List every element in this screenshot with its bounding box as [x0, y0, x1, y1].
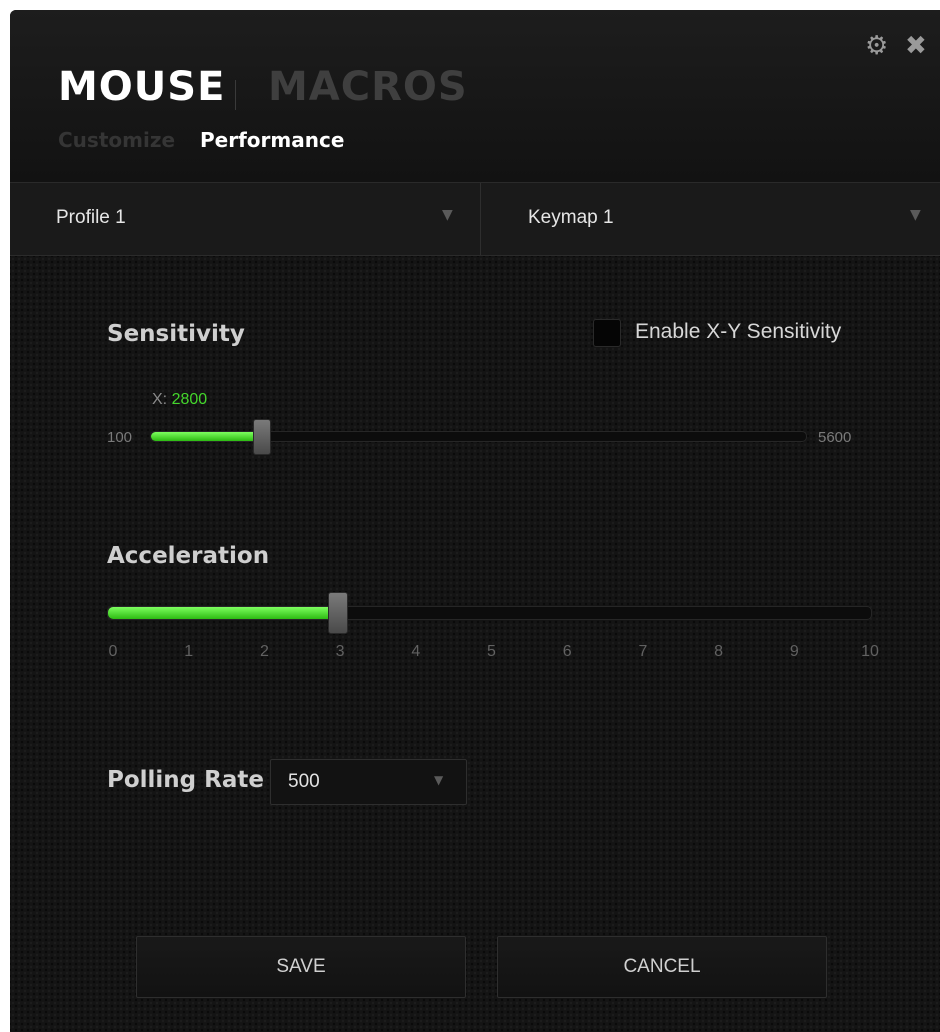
tab-separator — [235, 80, 236, 110]
subtab-performance[interactable]: Performance — [200, 127, 344, 153]
acceleration-tick: 3 — [335, 643, 345, 660]
acceleration-tick: 1 — [184, 643, 194, 660]
sensitivity-slider-fill — [151, 432, 261, 441]
x-value: 2800 — [171, 391, 208, 408]
polling-rate-select[interactable]: 500 ▼ — [270, 759, 467, 805]
acceleration-tick: 4 — [411, 643, 421, 660]
polling-rate-label: Polling Rate — [107, 767, 264, 793]
enable-xy-checkbox[interactable] — [593, 319, 621, 347]
enable-xy-label[interactable]: Enable X-Y Sensitivity — [635, 318, 841, 346]
subtab-customize[interactable]: Customize — [58, 127, 175, 153]
mouse-settings-window: MOUSE MACROS Customize Performance ⚙ ✖ P… — [10, 10, 940, 1032]
chevron-down-icon[interactable]: ▼ — [910, 207, 921, 223]
acceleration-slider[interactable] — [107, 592, 872, 634]
gear-icon[interactable]: ⚙ — [865, 32, 888, 60]
acceleration-label: Acceleration — [107, 543, 270, 569]
tab-macros[interactable]: MACROS — [268, 62, 468, 112]
cancel-button[interactable]: CANCEL — [497, 936, 827, 998]
acceleration-tick: 7 — [638, 643, 648, 660]
polling-rate-value: 500 — [288, 771, 320, 792]
x-prefix: X: — [152, 391, 168, 408]
chevron-down-icon: ▼ — [434, 773, 444, 787]
profile-keymap-bar: Profile 1 ▼ Keymap 1 ▼ — [10, 183, 940, 256]
keymap-dropdown[interactable]: Keymap 1 — [528, 205, 614, 231]
acceleration-slider-thumb[interactable] — [327, 592, 348, 634]
tab-mouse[interactable]: MOUSE — [58, 62, 225, 112]
header: MOUSE MACROS Customize Performance ⚙ ✖ — [10, 10, 940, 183]
acceleration-tick: 8 — [714, 643, 724, 660]
acceleration-tick: 5 — [487, 643, 496, 660]
sensitivity-max: 5600 — [818, 429, 852, 446]
acceleration-tick: 10 — [861, 643, 879, 660]
close-icon[interactable]: ✖ — [905, 32, 927, 60]
sensitivity-min: 100 — [107, 429, 133, 446]
acceleration-tick: 0 — [108, 643, 118, 660]
save-button[interactable]: SAVE — [136, 936, 466, 998]
acceleration-tick: 9 — [789, 643, 799, 660]
sensitivity-x-readout: X: 2800 — [152, 390, 207, 410]
sensitivity-slider-thumb[interactable] — [253, 419, 271, 455]
dropdown-divider — [480, 183, 481, 255]
chevron-down-icon[interactable]: ▼ — [442, 207, 453, 223]
acceleration-tick: 2 — [259, 643, 269, 660]
sensitivity-slider[interactable] — [150, 419, 807, 455]
sensitivity-label: Sensitivity — [107, 321, 245, 347]
acceleration-tick: 6 — [562, 643, 572, 660]
profile-dropdown[interactable]: Profile 1 — [56, 205, 126, 231]
acceleration-slider-fill — [108, 607, 337, 619]
